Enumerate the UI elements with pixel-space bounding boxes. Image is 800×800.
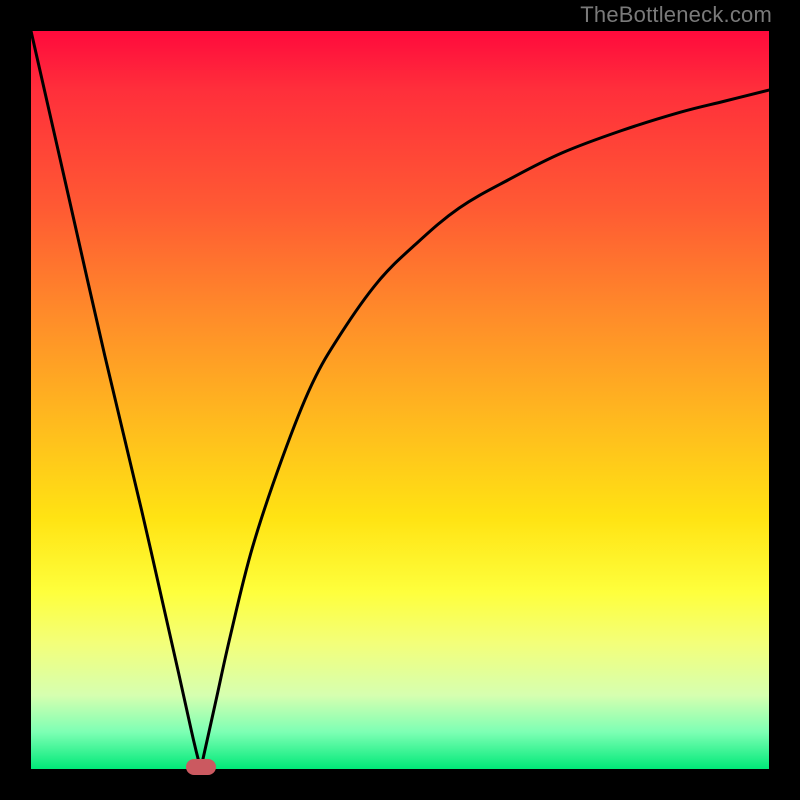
watermark-text: TheBottleneck.com: [580, 2, 772, 28]
chart-frame: TheBottleneck.com: [0, 0, 800, 800]
minimum-marker: [186, 759, 216, 775]
curve-left-branch: [31, 31, 201, 769]
curve-svg: [31, 31, 769, 769]
curve-right-branch: [201, 90, 769, 769]
plot-area: [31, 31, 769, 769]
